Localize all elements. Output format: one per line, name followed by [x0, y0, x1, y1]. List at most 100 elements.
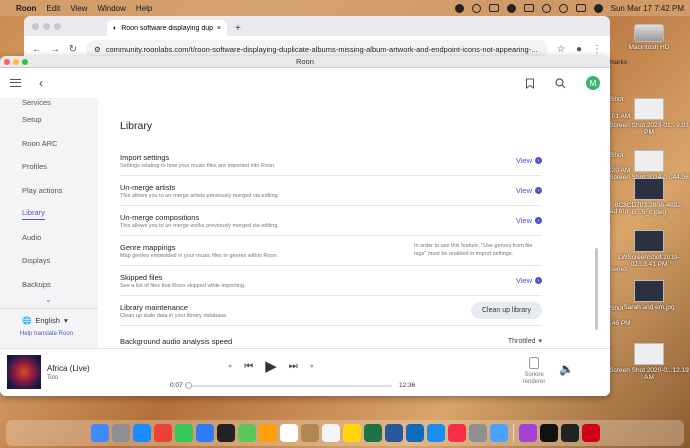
browser-tab-roon-community[interactable]: ◐ Roon software displaying dup ×: [107, 20, 227, 36]
view-button[interactable]: View ›: [516, 276, 542, 285]
desktop-icon-screenshot-3[interactable]: Screen Shot 2020-0...12.19 AM: [608, 343, 690, 381]
search-icon[interactable]: [558, 3, 568, 13]
chevron-right-icon: ›: [535, 277, 542, 284]
dock-app-word-icon[interactable]: [384, 424, 403, 442]
sidebar-item-services[interactable]: Services: [0, 98, 98, 108]
menubar-window-icon[interactable]: [488, 4, 499, 12]
dock-app-roon-icon[interactable]: [216, 424, 235, 442]
dock-app-safari-icon[interactable]: [132, 424, 151, 442]
window-title: Roon: [296, 57, 314, 66]
view-button[interactable]: View ›: [516, 156, 542, 165]
menubar-clock-icon[interactable]: [471, 3, 481, 13]
seek-bar[interactable]: [186, 385, 392, 387]
roon-header: ‹ M: [0, 68, 610, 98]
track-artist[interactable]: Toto: [47, 375, 90, 381]
menubar-m-icon[interactable]: [506, 3, 516, 13]
next-track-icon[interactable]: ⏭: [289, 361, 298, 372]
hamburger-menu-icon[interactable]: [10, 79, 21, 87]
analysis-speed-select[interactable]: Throttled ▾: [508, 337, 542, 346]
dock-app-music-icon[interactable]: [447, 424, 466, 442]
help-translate-link[interactable]: Help translate Roon: [20, 331, 98, 337]
volume-icon[interactable]: 🔉: [559, 362, 574, 376]
desktop-icon-lwscreenshot[interactable]: LWScreenShot 2019-02...3.41 PM: [608, 230, 690, 268]
browser-menu-icon[interactable]: ⋮: [592, 44, 602, 55]
battery-icon[interactable]: [523, 4, 534, 12]
content-scrollbar[interactable]: [595, 248, 598, 330]
profile-icon[interactable]: ●: [574, 44, 584, 55]
zoom-icon[interactable]: [22, 59, 28, 65]
dock-app-adobe-icon[interactable]: [581, 424, 600, 442]
forward-arrow-icon[interactable]: →: [50, 44, 60, 55]
reload-icon[interactable]: ↻: [68, 44, 78, 55]
back-chevron-icon[interactable]: ‹: [39, 76, 43, 90]
sidebar-item-profiles[interactable]: Profiles: [0, 155, 98, 179]
sidebar-item-roon-arc[interactable]: Roon ARC: [0, 132, 98, 156]
site-info-icon[interactable]: ⚙: [94, 45, 101, 54]
siri-icon[interactable]: [593, 3, 603, 13]
bookmark-star-icon[interactable]: ☆: [556, 44, 566, 55]
menubar-clock[interactable]: Sun Mar 17 7:42 PM: [611, 4, 684, 13]
dock-app-contacts-icon[interactable]: [300, 424, 319, 442]
dock-app-outlook-icon[interactable]: [405, 424, 424, 442]
control-center-icon[interactable]: [575, 4, 586, 12]
sidebar-item-backups[interactable]: Backups: [0, 273, 98, 297]
language-selector[interactable]: 🌐 English ▾: [22, 316, 98, 325]
dock-app-reminders-icon[interactable]: [321, 424, 340, 442]
dock-app-notes-icon[interactable]: [342, 424, 361, 442]
track-title[interactable]: Africa (Live): [47, 364, 90, 373]
screenshot-thumbnail: [634, 150, 664, 172]
search-icon[interactable]: [555, 77, 566, 89]
dock-app-terminal-icon[interactable]: [560, 424, 579, 442]
dock-separator: [512, 424, 514, 442]
new-tab-icon[interactable]: +: [235, 23, 241, 34]
radio-icon[interactable]: ●: [310, 363, 314, 370]
clean-up-library-button[interactable]: Clean up library: [470, 302, 542, 319]
wifi-icon[interactable]: [541, 3, 551, 13]
zoom-icon[interactable]: [54, 22, 61, 30]
avatar[interactable]: M: [586, 76, 600, 90]
dock-app-calendar-icon[interactable]: [279, 424, 298, 442]
close-icon[interactable]: [32, 22, 39, 30]
dock-app-chrome-icon[interactable]: [153, 424, 172, 442]
close-icon[interactable]: [4, 59, 10, 65]
seek-handle[interactable]: [184, 382, 192, 389]
menu-view[interactable]: View: [70, 4, 87, 13]
dock-app-system-settings-icon[interactable]: [468, 424, 487, 442]
scroll-down-chevron-icon[interactable]: ⌄: [45, 295, 52, 304]
zone-selector[interactable]: Sonore renderer: [521, 357, 547, 386]
menu-help[interactable]: Help: [136, 4, 152, 13]
bookmark-icon[interactable]: [525, 78, 535, 89]
dock-app-photos-icon[interactable]: [258, 424, 277, 442]
dock-app-messages-icon[interactable]: [174, 424, 193, 442]
dock-app-maps-icon[interactable]: [237, 424, 256, 442]
dock-app-preview-icon[interactable]: [489, 424, 508, 442]
sidebar-item-setup[interactable]: Setup: [0, 108, 98, 132]
play-icon[interactable]: ▶: [265, 357, 277, 375]
dock-app-finder-icon[interactable]: [90, 424, 109, 442]
back-arrow-icon[interactable]: ←: [32, 44, 42, 55]
sidebar-item-library[interactable]: Library: [0, 202, 98, 226]
menubar-app-icon[interactable]: [454, 3, 464, 13]
desktop-icon-macintosh-hd[interactable]: Macintosh HD: [608, 24, 690, 51]
tab-close-icon[interactable]: ×: [217, 25, 221, 32]
minimize-icon[interactable]: [43, 22, 50, 30]
dock-app-tv-icon[interactable]: [539, 424, 558, 442]
menu-edit[interactable]: Edit: [46, 4, 60, 13]
previous-track-icon[interactable]: ⏮: [244, 361, 253, 372]
dock-app-mail-icon[interactable]: [195, 424, 214, 442]
sidebar-item-play-actions[interactable]: Play actions: [0, 179, 98, 203]
view-button[interactable]: View ›: [516, 216, 542, 225]
menu-bar: Roon Edit View Window Help Sun Mar 17 7:…: [0, 0, 690, 16]
menu-window[interactable]: Window: [97, 4, 125, 13]
view-button[interactable]: View ›: [516, 186, 542, 195]
sidebar-item-audio[interactable]: Audio: [0, 226, 98, 250]
sidebar-item-displays[interactable]: Displays: [0, 249, 98, 273]
menu-app-roon[interactable]: Roon: [16, 4, 36, 13]
album-art[interactable]: [7, 355, 41, 389]
stop-icon[interactable]: ●: [228, 363, 232, 370]
dock-app-app-store-icon[interactable]: [426, 424, 445, 442]
dock-app-podcasts-icon[interactable]: [518, 424, 537, 442]
minimize-icon[interactable]: [13, 59, 19, 65]
dock-app-launchpad-icon[interactable]: [111, 424, 130, 442]
dock-app-excel-icon[interactable]: [363, 424, 382, 442]
